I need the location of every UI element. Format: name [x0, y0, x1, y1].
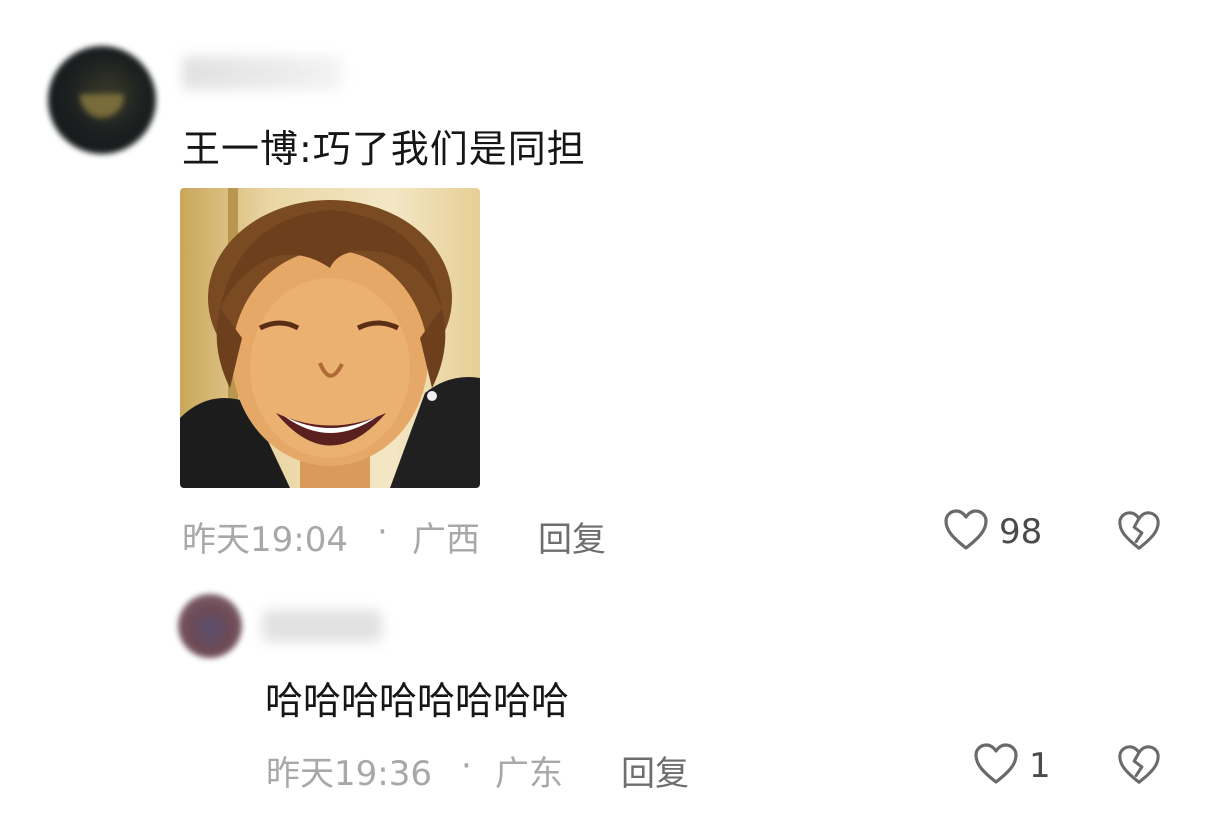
- reply-button[interactable]: 回复: [621, 746, 689, 795]
- comment-location: 广西: [412, 520, 480, 560]
- meta-separator: ·: [461, 746, 472, 786]
- like-count: 98: [999, 512, 1043, 552]
- reply-location: 广东: [495, 754, 563, 794]
- heart-outline-icon[interactable]: [972, 740, 1020, 788]
- reply-time: 昨天19:36: [266, 754, 432, 794]
- reply-text: 哈哈哈哈哈哈哈哈: [265, 679, 570, 723]
- reply-button[interactable]: 回复: [538, 512, 606, 561]
- meta-separator: ·: [377, 512, 388, 552]
- broken-heart-icon[interactable]: [1116, 742, 1162, 788]
- comment-image[interactable]: [180, 188, 480, 488]
- broken-heart-icon[interactable]: [1116, 508, 1162, 554]
- comment-text: 王一博:巧了我们是同担: [182, 127, 586, 171]
- avatar[interactable]: [178, 594, 242, 658]
- username-blurred[interactable]: [262, 610, 382, 642]
- avatar[interactable]: [48, 46, 156, 154]
- like-count: 1: [1029, 746, 1051, 786]
- heart-outline-icon[interactable]: [942, 506, 990, 554]
- username-blurred[interactable]: [182, 56, 342, 90]
- comment-thread: 王一博:巧了我们是同担 昨天19:04 · 广西 回复 98 哈哈哈哈哈哈哈哈 …: [0, 0, 1220, 820]
- comment-time: 昨天19:04: [182, 520, 348, 560]
